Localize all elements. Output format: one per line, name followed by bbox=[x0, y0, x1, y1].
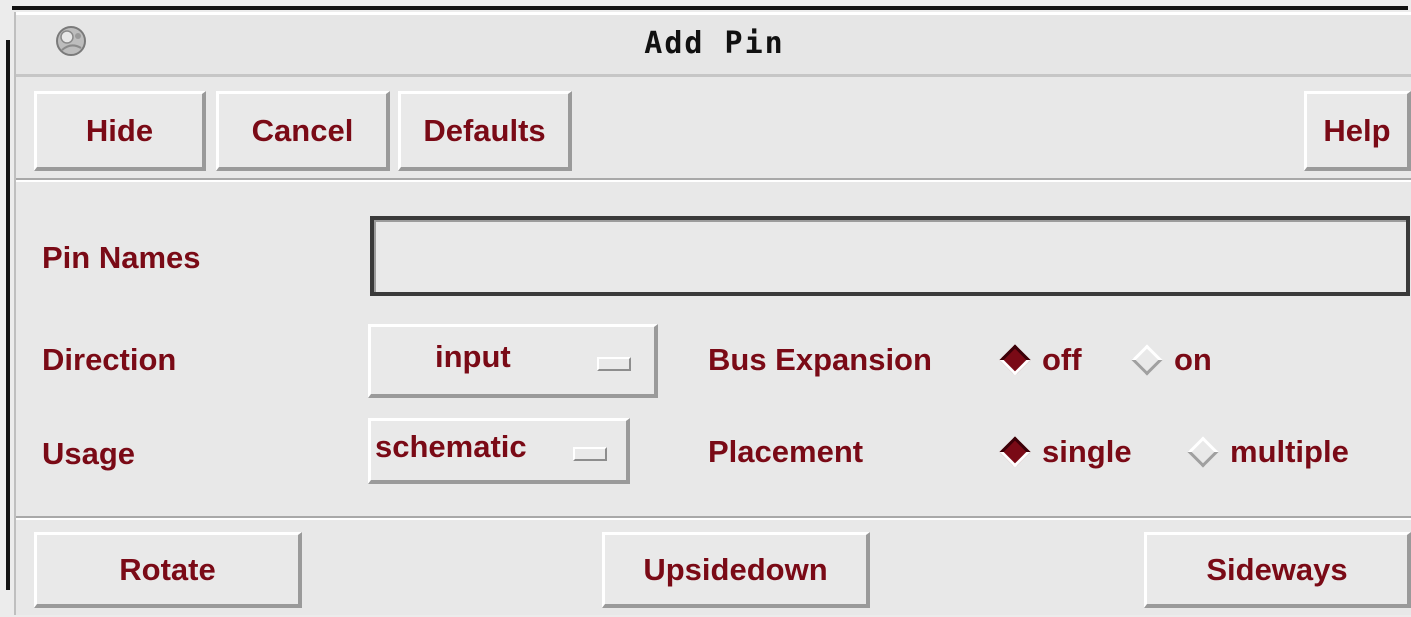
radio-unselected-icon bbox=[1131, 344, 1163, 376]
window-frame-top bbox=[12, 6, 1408, 10]
sideways-button[interactable]: Sideways bbox=[1144, 532, 1411, 608]
usage-value: schematic bbox=[375, 429, 527, 464]
cancel-button[interactable]: Cancel bbox=[216, 91, 390, 171]
placement-multiple-radio[interactable]: multiple bbox=[1186, 434, 1349, 470]
hide-button[interactable]: Hide bbox=[34, 91, 206, 171]
direction-label: Direction bbox=[42, 342, 177, 377]
radio-selected-icon bbox=[999, 344, 1031, 376]
direction-option-menu[interactable]: input bbox=[368, 324, 658, 398]
help-button[interactable]: Help bbox=[1304, 91, 1411, 171]
direction-value: input bbox=[435, 339, 511, 374]
option-menu-indicator-icon bbox=[573, 447, 607, 461]
add-pin-dialog: Add Pin Hide Cancel Defaults Help Pin Na… bbox=[14, 12, 1411, 615]
radio-unselected-icon bbox=[1187, 436, 1219, 468]
defaults-button[interactable]: Defaults bbox=[398, 91, 572, 171]
option-menu-indicator-icon bbox=[597, 357, 631, 371]
rotate-button[interactable]: Rotate bbox=[34, 532, 302, 608]
bus-expansion-on-label: on bbox=[1174, 342, 1212, 377]
bus-expansion-off-label: off bbox=[1042, 342, 1082, 377]
placement-single-radio[interactable]: single bbox=[998, 434, 1132, 470]
bus-expansion-label: Bus Expansion bbox=[708, 342, 932, 377]
usage-label: Usage bbox=[42, 436, 136, 471]
window-frame-left bbox=[6, 40, 10, 590]
window-title: Add Pin bbox=[644, 26, 785, 61]
actions-separator bbox=[16, 516, 1411, 520]
pin-names-input[interactable] bbox=[370, 216, 1410, 296]
bus-expansion-on-radio[interactable]: on bbox=[1130, 342, 1212, 378]
title-bar[interactable]: Add Pin bbox=[16, 12, 1411, 77]
bus-expansion-off-radio[interactable]: off bbox=[998, 342, 1082, 378]
upsidedown-button[interactable]: Upsidedown bbox=[602, 532, 870, 608]
placement-multiple-label: multiple bbox=[1230, 434, 1349, 469]
pin-names-label: Pin Names bbox=[42, 240, 201, 275]
usage-option-menu[interactable]: schematic bbox=[368, 418, 630, 484]
toolbar-separator bbox=[16, 178, 1411, 182]
placement-single-label: single bbox=[1042, 434, 1132, 469]
radio-selected-icon bbox=[999, 436, 1031, 468]
placement-label: Placement bbox=[708, 434, 864, 469]
